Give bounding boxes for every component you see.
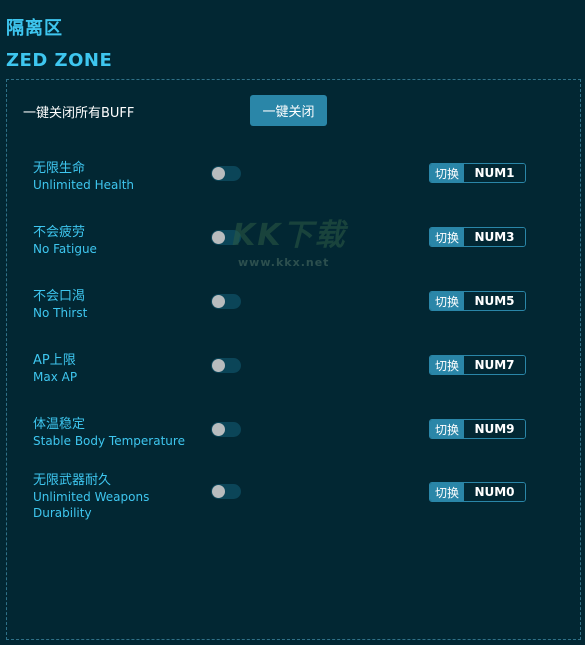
cheat-name-cn: 无限武器耐久 <box>33 473 112 488</box>
cheat-name-en: No Fatigue <box>33 242 97 256</box>
cheat-toggle[interactable] <box>211 294 241 309</box>
hotkey-key: NUM5 <box>464 292 525 310</box>
hotkey-badge[interactable]: 切换 NUM0 <box>429 482 526 502</box>
cheat-name-en: No Thirst <box>33 306 88 320</box>
cheat-name-cn: 不会口渴 <box>33 289 86 304</box>
toggle-knob <box>212 167 225 180</box>
hotkey-badge[interactable]: 切换 NUM7 <box>429 355 526 375</box>
game-title-en: ZED ZONE <box>6 50 113 71</box>
hotkey-badge[interactable]: 切换 NUM5 <box>429 291 526 311</box>
toggle-knob <box>212 295 225 308</box>
hotkey-label: 切换 <box>430 292 464 310</box>
hotkey-label: 切换 <box>430 420 464 438</box>
cheat-name-cn: 不会疲劳 <box>33 225 86 240</box>
hotkey-label: 切换 <box>430 356 464 374</box>
hotkey-key: NUM7 <box>464 356 525 374</box>
cheat-name-en: Unlimited Weapons Durability <box>33 490 150 520</box>
cheat-row-unlimited-health: 无限生命 Unlimited Health 切换 NUM1 <box>7 157 580 197</box>
cheat-name-cn: 无限生命 <box>33 161 86 176</box>
hotkey-badge[interactable]: 切换 NUM3 <box>429 227 526 247</box>
trainer-window: 隔离区 ZED ZONE 一键关闭所有BUFF 一键关闭 无限生命 Unlimi… <box>0 0 585 645</box>
cheat-toggle[interactable] <box>211 422 241 437</box>
cheat-name-en: Max AP <box>33 370 78 384</box>
cheat-name-cn: 体温稳定 <box>33 417 86 432</box>
hotkey-key: NUM0 <box>464 483 525 501</box>
toggle-knob <box>212 359 225 372</box>
hotkey-label: 切换 <box>430 483 464 501</box>
cheat-name-en: Stable Body Temperature <box>33 434 185 448</box>
toggle-knob <box>212 485 225 498</box>
cheat-row-stable-body-temperature: 体温稳定 Stable Body Temperature 切换 NUM9 <box>7 413 580 453</box>
cheat-row-unlimited-weapons-durability: 无限武器耐久 Unlimited Weapons Durability 切换 N… <box>7 469 580 529</box>
cheat-toggle[interactable] <box>211 230 241 245</box>
cheat-panel: 一键关闭所有BUFF 一键关闭 无限生命 Unlimited Health 切换… <box>6 79 581 640</box>
disable-all-button[interactable]: 一键关闭 <box>250 95 327 126</box>
cheat-row-no-thirst: 不会口渴 No Thirst 切换 NUM5 <box>7 285 580 325</box>
cheat-name-en: Unlimited Health <box>33 178 135 192</box>
game-title-cn: 隔离区 <box>6 18 63 39</box>
hotkey-key: NUM1 <box>464 164 525 182</box>
hotkey-key: NUM3 <box>464 228 525 246</box>
toggle-knob <box>212 423 225 436</box>
cheat-toggle[interactable] <box>211 166 241 181</box>
hotkey-label: 切换 <box>430 164 464 182</box>
cheat-name-cn: AP上限 <box>33 353 76 368</box>
toggle-knob <box>212 231 225 244</box>
disable-all-label: 一键关闭所有BUFF <box>23 106 135 121</box>
cheat-row-max-ap: AP上限 Max AP 切换 NUM7 <box>7 349 580 389</box>
hotkey-badge[interactable]: 切换 NUM9 <box>429 419 526 439</box>
cheat-row-no-fatigue: 不会疲劳 No Fatigue 切换 NUM3 <box>7 221 580 261</box>
hotkey-label: 切换 <box>430 228 464 246</box>
cheat-toggle[interactable] <box>211 484 241 499</box>
hotkey-badge[interactable]: 切换 NUM1 <box>429 163 526 183</box>
cheat-toggle[interactable] <box>211 358 241 373</box>
hotkey-key: NUM9 <box>464 420 525 438</box>
